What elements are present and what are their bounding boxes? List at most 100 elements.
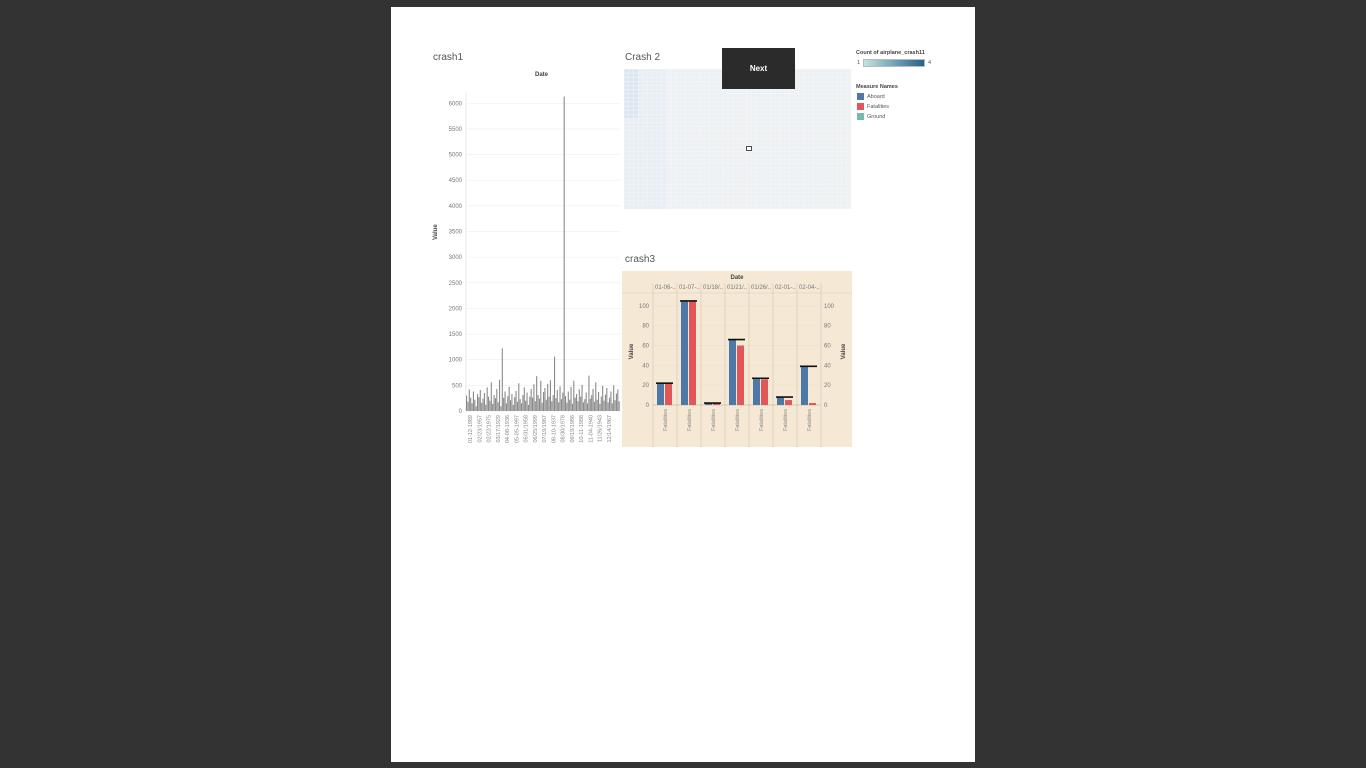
crash2-cell <box>785 98 790 102</box>
crash2-cell <box>766 196 771 201</box>
crash2-cell <box>723 151 728 156</box>
crash2-cell <box>709 180 714 184</box>
crash2-cell <box>841 122 846 127</box>
crash2-cell <box>699 147 705 152</box>
crash2-cell <box>827 98 832 102</box>
crash2-cell <box>690 89 695 94</box>
crash2-cell <box>699 131 705 135</box>
crash2-cell <box>652 98 657 102</box>
crash2-cell <box>799 201 804 205</box>
crash2-cell <box>652 147 657 152</box>
crash2-cell <box>624 180 629 184</box>
legend-item-ground[interactable]: Ground <box>857 113 885 120</box>
legend-item-aboard[interactable]: Aboard <box>857 93 885 100</box>
crash1-y-tick-label: 5000 <box>449 153 463 159</box>
crash2-cell <box>723 102 728 106</box>
legend-item-fatalities[interactable]: Fatalities <box>857 103 889 110</box>
crash3-y-tick-label-right: 20 <box>824 383 831 389</box>
crash2-cell <box>742 172 747 176</box>
crash2-cell <box>723 205 728 209</box>
crash2-cell <box>652 192 657 197</box>
crash2-cell <box>813 205 818 209</box>
crash2-cell <box>794 81 799 86</box>
crash2-cell <box>756 205 761 209</box>
crash2-cell <box>733 155 738 160</box>
crash2-cell <box>770 192 776 197</box>
crash2-cell <box>733 172 738 176</box>
crash1-bar <box>486 387 488 411</box>
crash2-cell <box>841 98 846 102</box>
crash2-cell <box>785 172 790 176</box>
crash2-cell <box>709 164 714 168</box>
color-legend-gradient[interactable] <box>863 59 925 67</box>
crash2-cell <box>699 159 705 164</box>
crash2-cell <box>827 168 832 172</box>
crash1-bar <box>555 398 557 411</box>
crash2-cell <box>770 118 776 123</box>
crash2-cell <box>671 168 676 172</box>
crash2-heatmap[interactable] <box>624 69 851 209</box>
crash2-cell <box>804 176 809 180</box>
crash2-cell <box>685 147 690 152</box>
crash2-cell <box>709 143 714 147</box>
crash2-cell <box>751 94 757 98</box>
crash2-cell <box>676 176 681 180</box>
crash1-bar <box>522 395 524 411</box>
crash2-cell <box>652 94 657 98</box>
crash2-cell <box>629 205 634 209</box>
crash2-cell <box>662 94 667 98</box>
crash2-cell <box>643 164 648 168</box>
crash2-cell <box>733 143 738 147</box>
crash2-cell <box>813 164 818 168</box>
crash3-bar-fatalities <box>689 300 696 405</box>
crash2-cell <box>818 89 823 94</box>
crash2-cell <box>837 168 842 172</box>
crash2-cell <box>629 114 634 119</box>
crash2-cell <box>808 151 813 156</box>
crash2-cell <box>827 106 832 110</box>
crash2-cell <box>624 172 629 176</box>
crash2-cell <box>775 110 780 114</box>
crash2-cell <box>676 98 681 102</box>
crash3-chart[interactable]: Date0 020 2040 4060 6080 80100 100Value Value01… <box>622 271 852 447</box>
crash2-cell <box>709 106 714 110</box>
crash2-cell <box>737 94 742 98</box>
crash2-cell <box>662 159 667 164</box>
crash2-cell <box>671 118 676 123</box>
crash3-bar-aboard <box>681 300 688 405</box>
crash2-cell <box>695 110 700 114</box>
crash2-cell <box>685 188 690 193</box>
crash2-cell <box>808 196 813 201</box>
crash2-cell <box>737 89 742 94</box>
crash1-chart[interactable]: 0500100015002000250030003500400045005000… <box>441 81 621 461</box>
crash2-cell <box>671 155 676 160</box>
crash2-cell <box>832 114 837 119</box>
crash2-cell <box>733 126 738 131</box>
crash2-cell <box>652 114 657 119</box>
crash2-cell <box>737 151 742 156</box>
crash2-cell <box>681 176 686 180</box>
crash2-cell <box>789 114 794 119</box>
crash1-bar <box>604 394 606 411</box>
crash1-bar <box>485 404 487 411</box>
crash2-cell <box>676 168 681 172</box>
crash2-cell <box>827 192 832 197</box>
crash2-cell <box>742 151 747 156</box>
next-button[interactable]: Next <box>722 48 795 89</box>
crash2-cell <box>709 114 714 119</box>
crash2-cell <box>629 94 634 98</box>
crash2-cell <box>728 168 733 172</box>
crash2-cell <box>690 176 695 180</box>
crash2-cell <box>633 196 638 201</box>
crash2-cell <box>681 164 686 168</box>
crash2-cell <box>780 94 785 98</box>
crash2-cell <box>629 139 634 143</box>
crash1-bar <box>516 401 518 411</box>
crash2-cell <box>723 168 728 172</box>
crash2-cell <box>657 192 662 197</box>
crash1-bar <box>582 402 584 411</box>
crash2-cell <box>841 77 846 82</box>
crash2-cell <box>770 159 776 164</box>
crash2-cell <box>837 69 842 73</box>
crash1-bar <box>468 389 470 411</box>
